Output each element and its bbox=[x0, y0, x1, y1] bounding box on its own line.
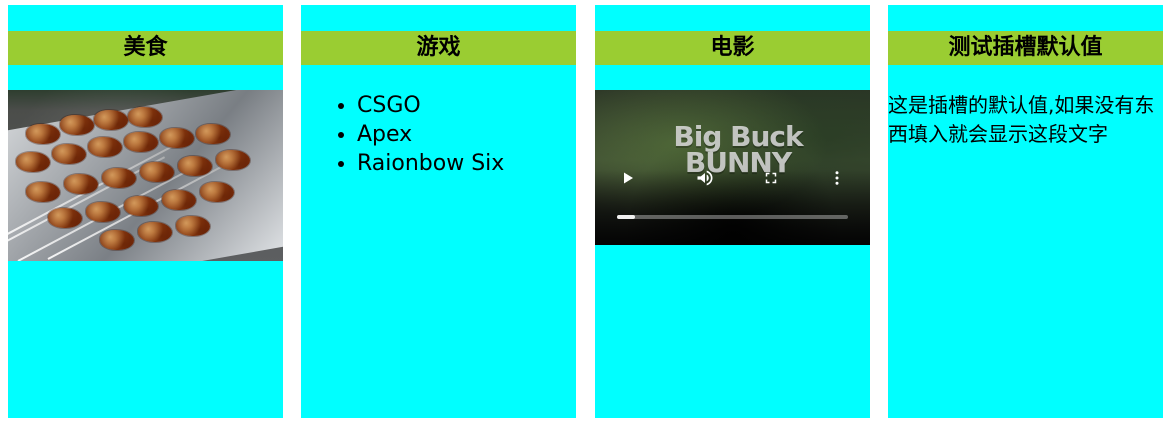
progress-fill bbox=[617, 215, 636, 219]
card-movies: 电影 Big Buck BUNNY bbox=[595, 5, 870, 418]
meat-piece bbox=[178, 156, 212, 176]
meat-piece bbox=[102, 168, 136, 188]
meat-piece bbox=[64, 174, 98, 194]
card-title: 测试插槽默认值 bbox=[888, 31, 1163, 65]
list-item: CSGO bbox=[357, 91, 566, 120]
video-controls bbox=[595, 170, 870, 245]
more-vert-icon bbox=[828, 169, 846, 191]
meat-piece bbox=[26, 182, 60, 202]
list-item: Apex bbox=[357, 120, 566, 149]
meat-piece bbox=[26, 124, 60, 144]
meat-piece bbox=[216, 150, 250, 170]
meat-piece bbox=[88, 137, 122, 157]
fullscreen-icon bbox=[762, 169, 780, 191]
more-options-button[interactable] bbox=[826, 169, 848, 191]
meat-piece bbox=[100, 230, 134, 250]
meat-piece bbox=[86, 202, 120, 222]
meat-piece bbox=[140, 162, 174, 182]
volume-icon bbox=[695, 168, 715, 192]
meat-piece bbox=[200, 182, 234, 202]
slot-default-text: 这是插槽的默认值,如果没有东西填入就会显示这段文字 bbox=[888, 93, 1155, 146]
volume-button[interactable] bbox=[694, 169, 716, 191]
food-image bbox=[8, 90, 283, 261]
card-games: 游戏 CSGO Apex Raionbow Six bbox=[301, 5, 576, 418]
play-icon bbox=[620, 170, 636, 190]
fullscreen-button[interactable] bbox=[760, 169, 782, 191]
meat-piece bbox=[124, 196, 158, 216]
card-title: 游戏 bbox=[301, 31, 576, 65]
list-item: Raionbow Six bbox=[357, 149, 566, 178]
progress-bar[interactable] bbox=[617, 215, 848, 219]
card-title: 美食 bbox=[8, 31, 283, 65]
meat-piece bbox=[160, 128, 194, 148]
meat-piece bbox=[52, 144, 86, 164]
cards-row: 美食 游戏 • CSGO • Apex • Raionbow Six 电影 Bi… bbox=[0, 0, 1169, 426]
meat-piece bbox=[176, 216, 210, 236]
video-player[interactable]: Big Buck BUNNY bbox=[595, 90, 870, 245]
meat-piece bbox=[128, 107, 162, 127]
meat-piece bbox=[60, 115, 94, 135]
card-food: 美食 bbox=[8, 5, 283, 418]
card-slot-default: 测试插槽默认值 这是插槽的默认值,如果没有东西填入就会显示这段文字 bbox=[888, 5, 1163, 418]
meat-piece bbox=[48, 208, 82, 228]
meat-piece bbox=[162, 190, 196, 210]
play-button[interactable] bbox=[617, 169, 639, 191]
game-list: CSGO Apex Raionbow Six bbox=[335, 91, 566, 178]
meat-piece bbox=[124, 132, 158, 152]
meat-piece bbox=[94, 110, 128, 130]
meat-piece bbox=[196, 124, 230, 144]
video-logo: Big Buck BUNNY bbox=[673, 123, 803, 177]
meat-piece bbox=[138, 222, 172, 242]
card-title: 电影 bbox=[595, 31, 870, 65]
meat-piece bbox=[16, 152, 50, 172]
